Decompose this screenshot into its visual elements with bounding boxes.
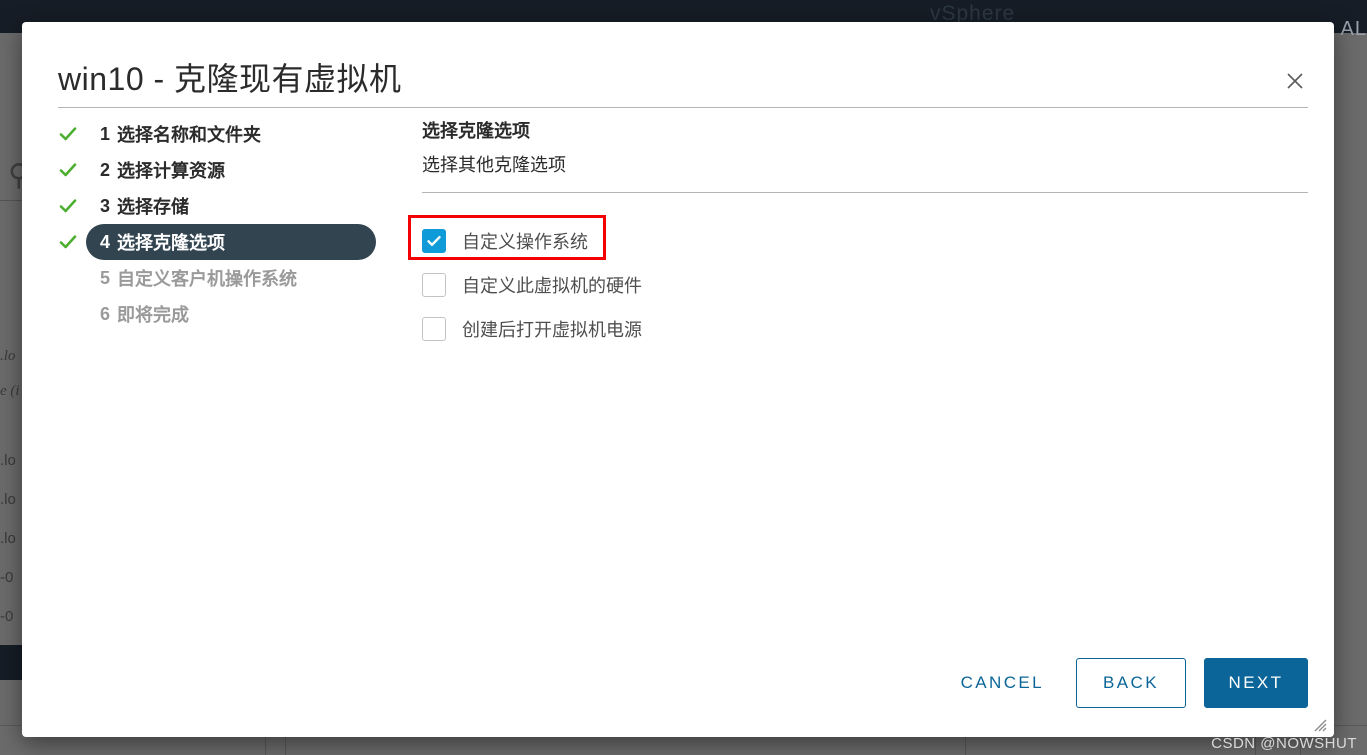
step-label: 选择克隆选项 (117, 233, 226, 253)
background-text-fragment: .lo (0, 491, 16, 508)
wizard-step-5[interactable]: 5 自定义客户机操作系统 (58, 260, 398, 296)
background-text-fragment: .lo (0, 348, 16, 364)
step-tick-placeholder (58, 268, 78, 288)
background-text-fragment: .lo (0, 452, 16, 469)
step-number: 2 (100, 159, 111, 180)
option-label: 自定义操作系统 (462, 232, 588, 252)
clone-vm-wizard-dialog: win10 - 克隆现有虚拟机 1 选择名称和文件夹 2 选择计算资源 3 选择… (22, 22, 1334, 737)
wizard-step-3[interactable]: 3 选择存储 (58, 188, 398, 224)
option-customize-hardware[interactable]: 自定义此虚拟机的硬件 (422, 265, 1312, 305)
background-text-fragment: -0 (0, 569, 14, 586)
watermark: CSDN @NOWSHUT (1211, 735, 1357, 752)
checkbox-checked-icon[interactable] (422, 229, 446, 253)
step-tick-placeholder (58, 304, 78, 324)
dialog-title: win10 - 克隆现有虚拟机 (58, 61, 402, 97)
step-label: 自定义客户机操作系统 (117, 269, 298, 289)
dialog-body: 1 选择名称和文件夹 2 选择计算资源 3 选择存储 4 选择克隆选项 5 自定… (22, 108, 1334, 648)
dialog-header: win10 - 克隆现有虚拟机 (22, 22, 1334, 108)
option-power-on-after-create[interactable]: 创建后打开虚拟机电源 (422, 309, 1312, 349)
check-icon (58, 124, 78, 144)
step-number: 4 (100, 231, 111, 252)
clone-options-list: 自定义操作系统 自定义此虚拟机的硬件 创建后打开虚拟机电源 (408, 215, 1312, 349)
option-customize-os[interactable]: 自定义操作系统 (422, 221, 1312, 261)
step-label: 选择计算资源 (117, 161, 226, 181)
wizard-step-list: 1 选择名称和文件夹 2 选择计算资源 3 选择存储 4 选择克隆选项 5 自定… (58, 116, 398, 332)
wizard-step-2[interactable]: 2 选择计算资源 (58, 152, 398, 188)
step-number: 1 (100, 123, 111, 144)
background-text-fragment: -0 (0, 608, 14, 625)
background-text-fragment: e (i (0, 383, 20, 399)
option-label: 创建后打开虚拟机电源 (462, 320, 642, 340)
background-topbar-right-text: AL (1340, 18, 1367, 40)
check-icon (58, 196, 78, 216)
checkbox-unchecked-icon[interactable] (422, 273, 446, 297)
check-icon (58, 160, 78, 180)
option-label: 自定义此虚拟机的硬件 (462, 276, 642, 296)
wizard-step-1[interactable]: 1 选择名称和文件夹 (58, 116, 398, 152)
step-number: 6 (100, 303, 111, 324)
wizard-step-6[interactable]: 6 即将完成 (58, 296, 398, 332)
step-number: 5 (100, 267, 111, 288)
wizard-step-4[interactable]: 4 选择克隆选项 (58, 224, 398, 260)
cancel-button[interactable]: CANCEL (947, 659, 1058, 707)
next-button[interactable]: NEXT (1204, 658, 1308, 708)
back-button[interactable]: BACK (1076, 658, 1186, 708)
step-number: 3 (100, 195, 111, 216)
step-label: 选择存储 (117, 197, 190, 217)
resize-grip-icon[interactable] (1311, 716, 1327, 732)
background-text-fragment: .lo (0, 530, 16, 547)
checkbox-unchecked-icon[interactable] (422, 317, 446, 341)
dialog-footer: CANCEL BACK NEXT (22, 648, 1334, 737)
content-title: 选择克隆选项 (422, 121, 530, 141)
close-icon[interactable] (1280, 66, 1310, 96)
wizard-content-panel: 选择克隆选项 选择其他克隆选项 自定义操作系统 自定义此虚拟机的硬件 创建后打开… (408, 108, 1312, 353)
content-subtitle: 选择其他克隆选项 (422, 155, 566, 175)
step-label: 选择名称和文件夹 (117, 125, 262, 145)
step-label: 即将完成 (117, 305, 190, 325)
check-icon (58, 232, 78, 252)
content-divider (422, 192, 1308, 193)
